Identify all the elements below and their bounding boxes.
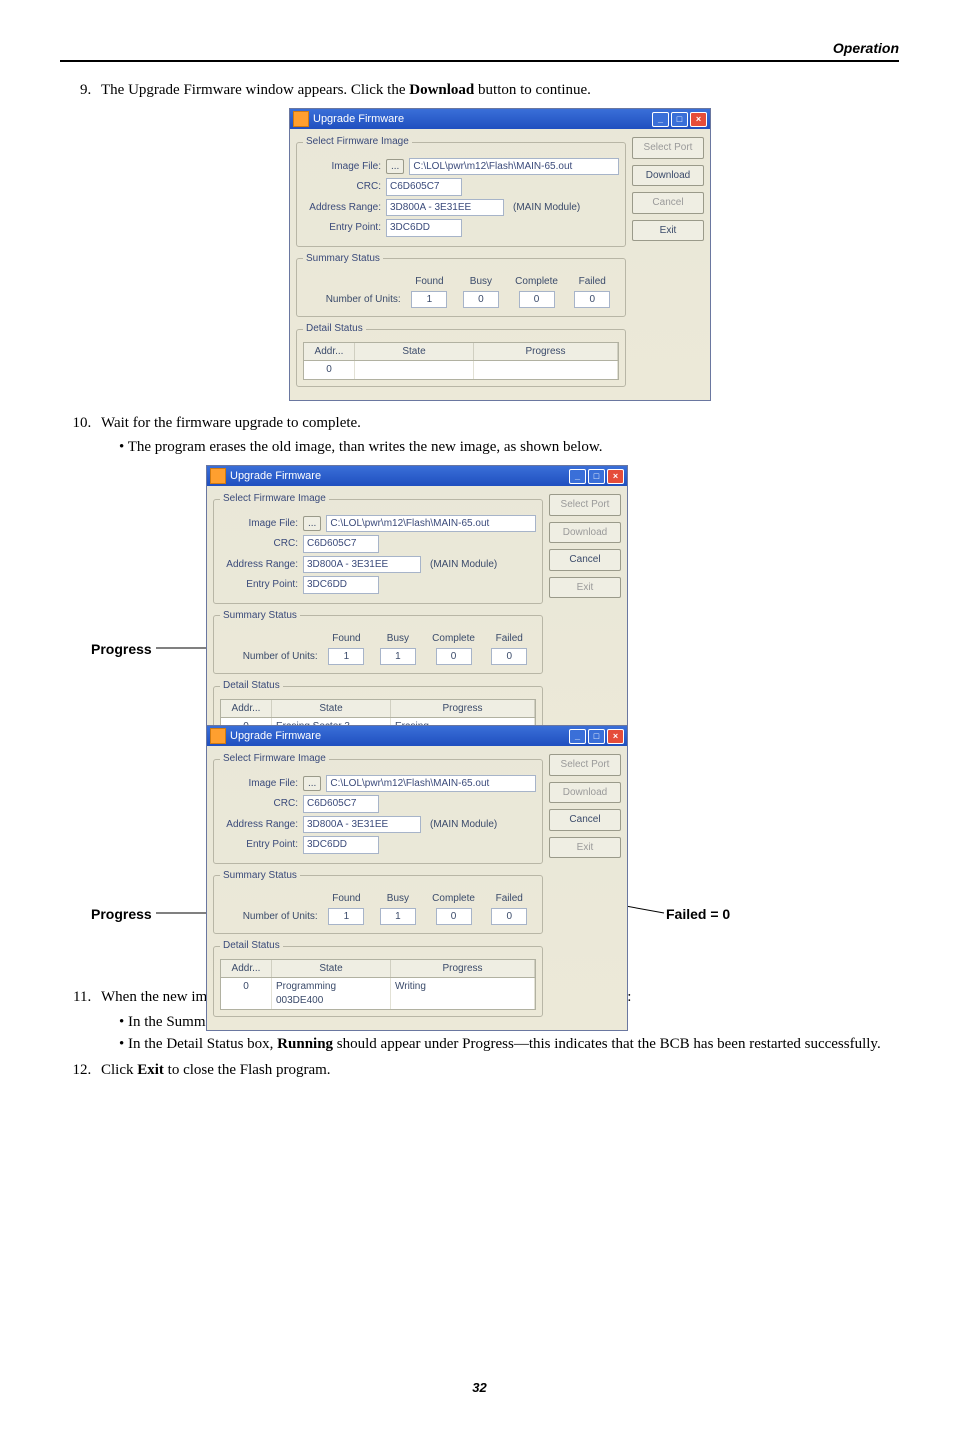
found-value: 1 <box>411 291 447 309</box>
close-icon[interactable]: × <box>607 729 624 744</box>
upgrade-window-3: Upgrade Firmware _□× Select Firmware Ima… <box>206 725 628 1031</box>
titlebar: Upgrade Firmware _ □ × <box>290 109 710 129</box>
main-module-label: (MAIN Module) <box>513 201 580 215</box>
crc-value: C6D605C7 <box>386 178 462 196</box>
entry-point-value: 3DC6DD <box>386 219 462 237</box>
address-range-value: 3D800A - 3E31EE <box>386 199 504 217</box>
exit-button[interactable]: Exit <box>632 220 704 242</box>
select-port-button[interactable]: Select Port <box>632 137 704 159</box>
crc-label: CRC: <box>303 180 381 194</box>
complete-value: 0 <box>519 291 555 309</box>
page-number: 32 <box>60 1380 899 1395</box>
address-range-label: Address Range: <box>303 201 381 215</box>
cancel-button[interactable]: Cancel <box>549 809 621 831</box>
image-file-label: Image File: <box>303 160 381 174</box>
maximize-icon[interactable]: □ <box>588 729 605 744</box>
close-icon[interactable]: × <box>690 112 707 127</box>
minimize-icon[interactable]: _ <box>569 469 586 484</box>
download-button[interactable]: Download <box>632 165 704 187</box>
failed-value: 0 <box>574 291 610 309</box>
minimize-icon[interactable]: _ <box>652 112 669 127</box>
cancel-button[interactable]: Cancel <box>549 549 621 571</box>
failed-annotation: Failed = 0 <box>666 905 730 924</box>
summary-status: Summary Status FoundBusyCompleteFailed N… <box>296 252 626 318</box>
window-title: Upgrade Firmware <box>313 112 652 127</box>
download-button[interactable]: Download <box>549 522 621 544</box>
minimize-icon[interactable]: _ <box>569 729 586 744</box>
exit-button[interactable]: Exit <box>549 577 621 599</box>
select-port-button[interactable]: Select Port <box>549 754 621 776</box>
progress-annotation: Progress <box>91 640 152 659</box>
app-icon <box>293 111 309 127</box>
step-9: The Upgrade Firmware window appears. Cli… <box>95 80 899 401</box>
browse-button[interactable]: ... <box>386 159 404 175</box>
header-rule <box>60 60 899 62</box>
entry-point-label: Entry Point: <box>303 221 381 235</box>
detail-row: 0 <box>303 361 619 380</box>
maximize-icon[interactable]: □ <box>588 469 605 484</box>
cancel-button[interactable]: Cancel <box>632 192 704 214</box>
image-file-input[interactable]: C:\LOL\pwr\m12\Flash\MAIN-65.out <box>326 775 536 793</box>
step-12: Click Exit to close the Flash program. <box>95 1060 899 1080</box>
upgrade-window-2: Upgrade Firmware _□× Select Firmware Ima… <box>206 465 628 758</box>
section-header: Operation <box>60 40 899 56</box>
detail-status: Detail Status Addr...StateProgress 0 <box>296 322 626 387</box>
step-10: Wait for the firmware upgrade to complet… <box>95 413 899 976</box>
browse-button[interactable]: ... <box>303 516 321 532</box>
image-file-input[interactable]: C:\LOL\pwr\m12\Flash\MAIN-65.out <box>326 515 536 533</box>
close-icon[interactable]: × <box>607 469 624 484</box>
download-button[interactable]: Download <box>549 782 621 804</box>
busy-value: 0 <box>463 291 499 309</box>
image-file-input[interactable]: C:\LOL\pwr\m12\Flash\MAIN-65.out <box>409 158 619 176</box>
maximize-icon[interactable]: □ <box>671 112 688 127</box>
exit-button[interactable]: Exit <box>549 837 621 859</box>
upgrade-window-1: Upgrade Firmware _ □ × Select Firmware I… <box>289 108 711 401</box>
select-firmware-image: Select Firmware Image Image File: ... C:… <box>296 135 626 247</box>
browse-button[interactable]: ... <box>303 776 321 792</box>
select-port-button[interactable]: Select Port <box>549 494 621 516</box>
progress-annotation-2: Progress <box>91 905 152 924</box>
